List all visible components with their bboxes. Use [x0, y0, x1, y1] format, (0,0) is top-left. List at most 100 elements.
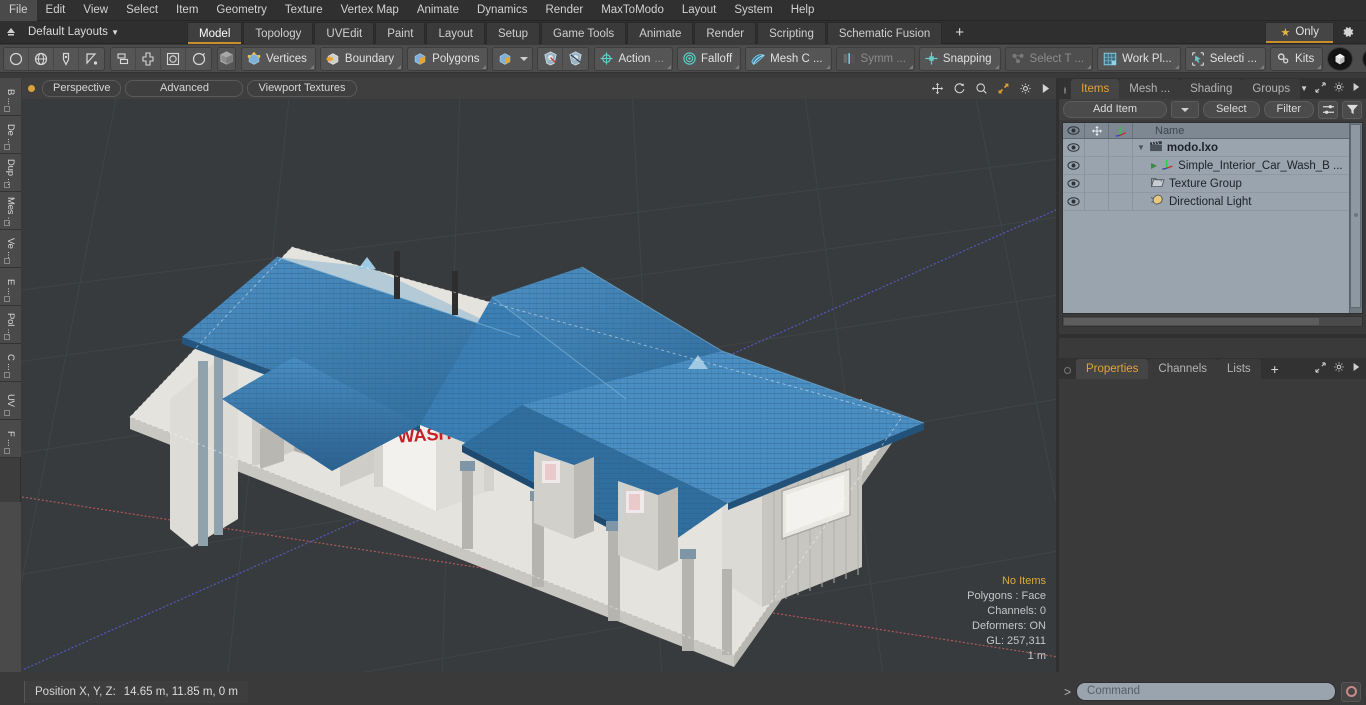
rotate-icon[interactable]: [953, 82, 966, 95]
vtab-f[interactable]: F ...: [0, 420, 21, 458]
only-toggle-button[interactable]: ★ Only: [1265, 21, 1334, 43]
chevron-down-icon[interactable]: ▼: [1300, 84, 1308, 93]
add-tab-button[interactable]: +: [943, 22, 976, 44]
tab-paint[interactable]: Paint: [375, 21, 426, 44]
funnel-icon[interactable]: [1342, 100, 1362, 119]
table-row[interactable]: Texture Group: [1063, 174, 1362, 193]
item-list-hscrollbar[interactable]: [1062, 316, 1363, 327]
tab-mesh[interactable]: Mesh ...: [1119, 79, 1181, 99]
selection-mode-dropdown[interactable]: [492, 46, 534, 71]
row-visibility-toggle[interactable]: [1063, 174, 1085, 193]
snapping-tool[interactable]: Snapping: [918, 46, 1001, 71]
tab-animate[interactable]: Animate: [627, 21, 694, 44]
item-list-scrollbar[interactable]: [1349, 123, 1362, 313]
tab-setup[interactable]: Setup: [485, 21, 541, 44]
tab-uvedit[interactable]: UVEdit: [314, 21, 375, 44]
vtab-c[interactable]: C ...: [0, 344, 21, 382]
work-plane-tool[interactable]: Work Pl...: [1097, 46, 1181, 71]
expand-icon[interactable]: [1315, 81, 1326, 96]
selection-set-tool[interactable]: Selecti ...: [1184, 46, 1267, 71]
selection-mode-vertices[interactable]: Vertices: [241, 46, 316, 71]
menu-help[interactable]: Help: [782, 0, 824, 21]
menu-layout[interactable]: Layout: [673, 0, 726, 21]
pen-icon[interactable]: [54, 47, 79, 70]
gear-icon[interactable]: [1333, 361, 1345, 376]
select-through-tool[interactable]: Select T ...: [1004, 46, 1094, 71]
tab-scripting[interactable]: Scripting: [757, 21, 826, 44]
selection-mode-boundary[interactable]: Boundary: [319, 46, 404, 71]
square-circle-icon[interactable]: [161, 47, 186, 70]
menu-maxtomodo[interactable]: MaxToModo: [592, 0, 673, 21]
tab-channels[interactable]: Channels: [1148, 359, 1218, 379]
tab-layout[interactable]: Layout: [426, 21, 485, 44]
row-visibility-toggle[interactable]: [1063, 156, 1085, 175]
menu-view[interactable]: View: [74, 0, 117, 21]
item-list-hscroll-thumb[interactable]: [1064, 318, 1319, 325]
viewport-3d-canvas[interactable]: CAR WASH: [22, 99, 1058, 672]
viewport-menu-dot[interactable]: [28, 85, 35, 92]
select-button[interactable]: Select: [1202, 101, 1260, 118]
vtab-pol[interactable]: Pol ...: [0, 306, 21, 344]
vtab-e[interactable]: E ...: [0, 268, 21, 306]
row-visibility-toggle[interactable]: [1063, 192, 1085, 211]
record-icon[interactable]: [1341, 681, 1361, 702]
sphere-icon[interactable]: [4, 47, 29, 70]
vtab-uv[interactable]: UV: [0, 382, 21, 420]
globe-icon[interactable]: [29, 47, 54, 70]
tab-properties[interactable]: Properties: [1076, 359, 1149, 379]
tab-topology[interactable]: Topology: [243, 21, 314, 44]
vtab-mes[interactable]: Mes ...: [0, 192, 21, 230]
row-visibility-toggle[interactable]: [1063, 138, 1085, 157]
table-row[interactable]: ▶ Simple_Interior_Car_Wash_B ...: [1063, 156, 1362, 175]
table-row[interactable]: ▼ modo.lxo: [1063, 138, 1362, 157]
menu-animate[interactable]: Animate: [408, 0, 468, 21]
chevron-down-icon[interactable]: [520, 56, 529, 61]
add-item-button[interactable]: Add Item: [1063, 101, 1167, 118]
zoom-icon[interactable]: [975, 82, 988, 95]
add-item-dropdown[interactable]: [1170, 101, 1199, 118]
modo-ball-icon[interactable]: [1327, 46, 1354, 71]
menu-system[interactable]: System: [725, 0, 781, 21]
expand-icon[interactable]: [1315, 361, 1326, 376]
gear-icon[interactable]: [1334, 22, 1362, 43]
fit-icon[interactable]: [997, 82, 1010, 95]
play-icon[interactable]: [1352, 82, 1360, 95]
menu-select[interactable]: Select: [117, 0, 167, 21]
circle-icon[interactable]: [186, 48, 211, 70]
menu-geometry[interactable]: Geometry: [207, 0, 276, 21]
menu-item[interactable]: Item: [167, 0, 207, 21]
tab-schematic-fusion[interactable]: Schematic Fusion: [826, 21, 943, 44]
mirror-icon[interactable]: [136, 47, 161, 70]
layout-selector[interactable]: Default Layouts ▼: [22, 22, 127, 43]
menu-render[interactable]: Render: [536, 0, 592, 21]
viewport-textures-toggle[interactable]: Viewport Textures: [247, 80, 357, 97]
action-center-tool[interactable]: Action ...: [594, 46, 674, 71]
viewport-shading-mode[interactable]: Advanced: [125, 80, 244, 97]
cube-icon[interactable]: [217, 46, 236, 71]
list-options-icon[interactable]: [1318, 100, 1338, 119]
tab-shading[interactable]: Shading: [1180, 79, 1243, 99]
item-list-scroll-thumb[interactable]: [1350, 124, 1361, 308]
array-icon[interactable]: [111, 47, 136, 70]
menu-file[interactable]: File: [0, 0, 37, 21]
tab-model[interactable]: Model: [187, 21, 243, 44]
twisty-down-icon[interactable]: ▼: [1137, 143, 1145, 152]
curve-icon[interactable]: [79, 48, 104, 70]
play-icon[interactable]: [1041, 83, 1050, 94]
properties-menu-dot[interactable]: [1064, 367, 1071, 374]
command-input[interactable]: Command: [1076, 682, 1336, 701]
menu-texture[interactable]: Texture: [276, 0, 332, 21]
menu-dynamics[interactable]: Dynamics: [468, 0, 536, 21]
tab-groups[interactable]: Groups: [1242, 79, 1301, 99]
item-row-scene[interactable]: ▼ modo.lxo: [1133, 140, 1362, 155]
unreal-engine-icon[interactable]: U: [1362, 46, 1366, 71]
menu-vertex-map[interactable]: Vertex Map: [332, 0, 408, 21]
item-list[interactable]: Name ▼ modo.lxo ▶ Simple_Interior_Car_Wa…: [1062, 122, 1363, 314]
vtab-b[interactable]: B ...: [0, 78, 21, 116]
move-icon[interactable]: [931, 82, 944, 95]
table-row[interactable]: Directional Light: [1063, 192, 1362, 211]
tab-game-tools[interactable]: Game Tools: [541, 21, 627, 44]
item-row-directional-light[interactable]: Directional Light: [1133, 194, 1362, 209]
tab-render[interactable]: Render: [694, 21, 757, 44]
add-properties-tab[interactable]: +: [1261, 359, 1289, 379]
